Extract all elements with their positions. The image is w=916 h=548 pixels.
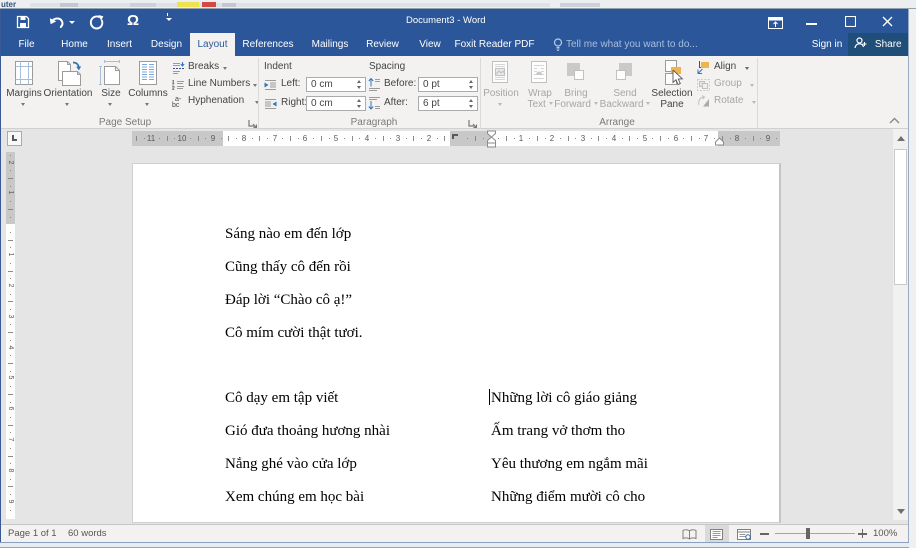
svg-text:bc: bc (172, 102, 180, 108)
svg-text:2: 2 (172, 86, 175, 91)
